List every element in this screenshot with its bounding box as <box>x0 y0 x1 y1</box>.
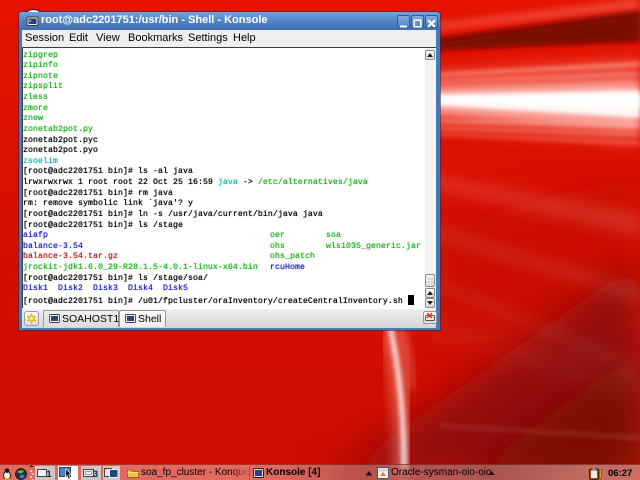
svg-text:3: 3 <box>93 469 98 479</box>
svg-text:1: 1 <box>47 469 52 479</box>
